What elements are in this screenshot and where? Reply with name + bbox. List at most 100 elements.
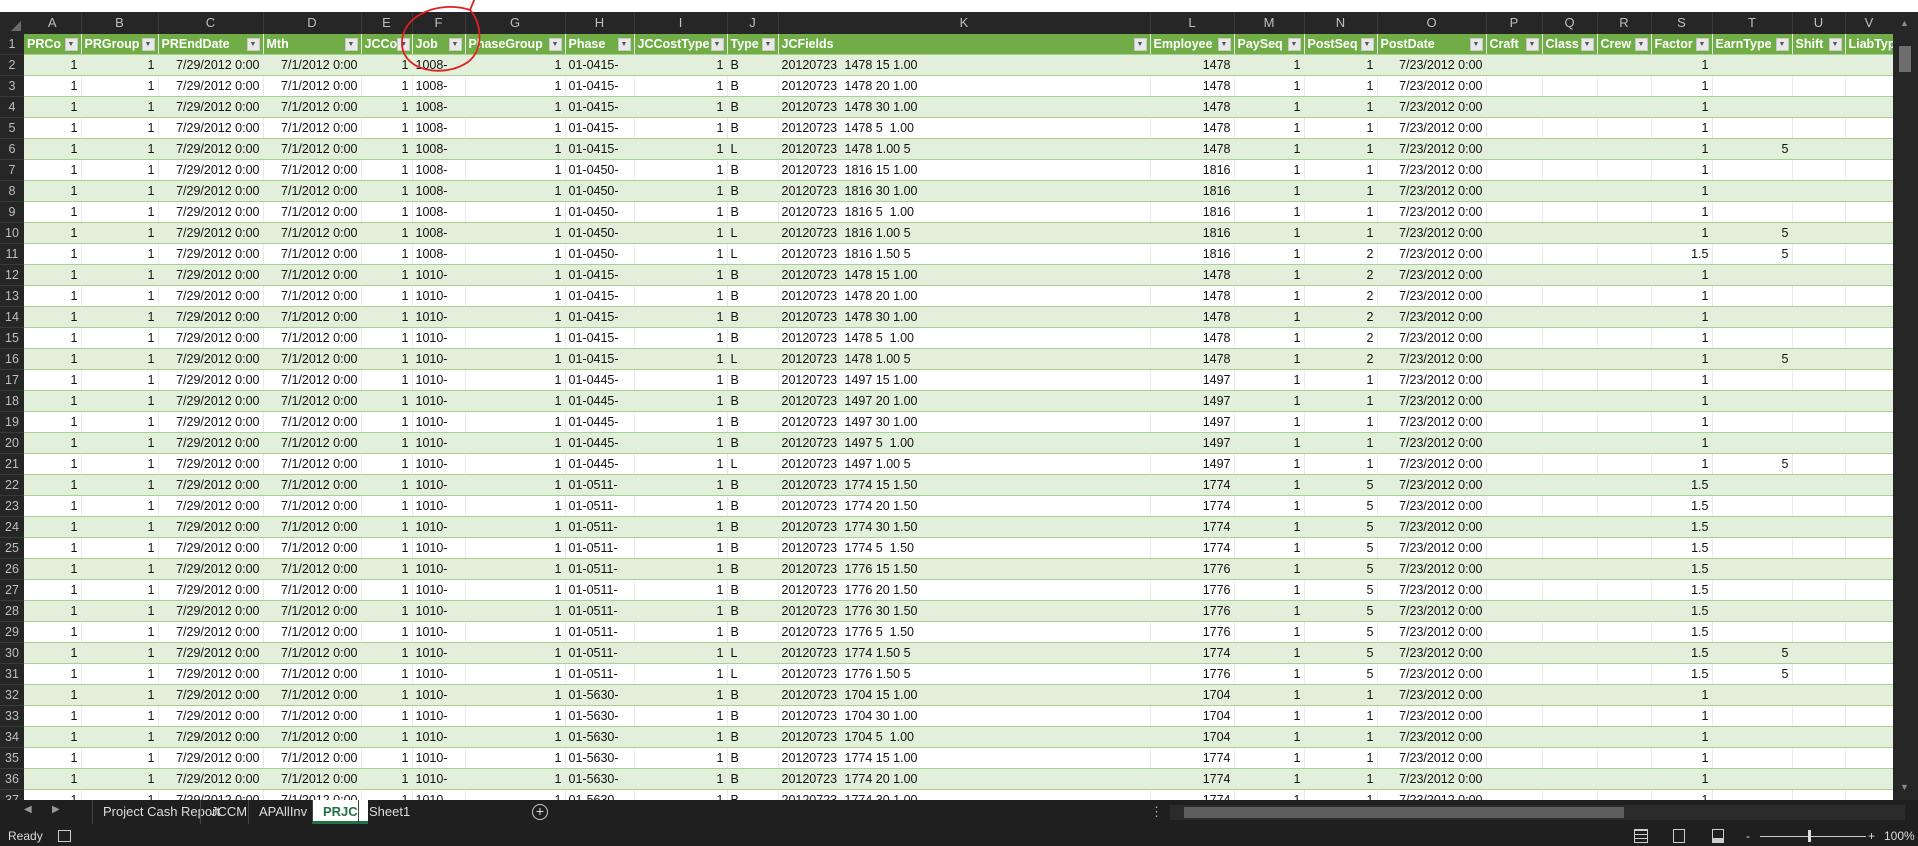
cell-prgroup[interactable]: 1 — [81, 243, 159, 265]
cell-craft[interactable] — [1486, 432, 1543, 454]
cell-craft[interactable] — [1486, 642, 1543, 664]
cell-liabtype[interactable] — [1845, 747, 1893, 769]
filter-dropdown-button[interactable]: ▼ — [710, 37, 724, 51]
cell-jcfields[interactable]: 20120723 1704 30 1.00 — [778, 705, 1151, 727]
cell-postseq[interactable]: 5 — [1304, 579, 1378, 601]
cell-mth[interactable]: 7/1/2012 0:00 — [263, 684, 362, 706]
cell-prco[interactable]: 1 — [24, 642, 82, 664]
cell-payseq[interactable]: 1 — [1234, 558, 1305, 580]
cell-phase[interactable]: 01-5630- — [565, 726, 635, 748]
cell-shift[interactable] — [1792, 180, 1846, 202]
cell-postseq[interactable]: 1 — [1304, 684, 1378, 706]
cell-liabtype[interactable] — [1845, 96, 1893, 118]
cell-factor[interactable]: 1.5 — [1651, 579, 1713, 601]
cell-jcco[interactable]: 1 — [361, 579, 413, 601]
cell-craft[interactable] — [1486, 747, 1543, 769]
cell-earntype[interactable] — [1712, 621, 1793, 643]
cell-earntype[interactable] — [1712, 264, 1793, 286]
cell-mth[interactable]: 7/1/2012 0:00 — [263, 180, 362, 202]
cell-liabtype[interactable] — [1845, 348, 1893, 370]
cell-crew[interactable] — [1597, 180, 1652, 202]
cell-jccosttype[interactable]: 1 — [634, 180, 728, 202]
cell-payseq[interactable]: 1 — [1234, 306, 1305, 328]
cell-postseq[interactable]: 5 — [1304, 516, 1378, 538]
cell-job[interactable]: 1010- — [412, 642, 466, 664]
cell-prgroup[interactable]: 1 — [81, 432, 159, 454]
cell-liabtype[interactable] — [1845, 222, 1893, 244]
cell-prenddate[interactable]: 7/29/2012 0:00 — [158, 201, 264, 223]
cell-payseq[interactable]: 1 — [1234, 768, 1305, 790]
cell-prenddate[interactable]: 7/29/2012 0:00 — [158, 495, 264, 517]
row-number[interactable]: 12 — [0, 264, 24, 286]
cell-mth[interactable]: 7/1/2012 0:00 — [263, 663, 362, 685]
cell-jccosttype[interactable]: 1 — [634, 159, 728, 181]
cell-employee[interactable]: 1478 — [1150, 348, 1235, 370]
cell-jcfields[interactable]: 20120723 1776 5 1.50 — [778, 621, 1151, 643]
cell-prco[interactable]: 1 — [24, 138, 82, 160]
cell-jcfields[interactable]: 20120723 1816 30 1.00 — [778, 180, 1151, 202]
row-number[interactable]: 25 — [0, 537, 24, 559]
cell-type[interactable]: B — [727, 411, 779, 433]
cell-prenddate[interactable]: 7/29/2012 0:00 — [158, 180, 264, 202]
cell-crew[interactable] — [1597, 222, 1652, 244]
cell-employee[interactable]: 1704 — [1150, 705, 1235, 727]
cell-prenddate[interactable]: 7/29/2012 0:00 — [158, 264, 264, 286]
cell-mth[interactable]: 7/1/2012 0:00 — [263, 96, 362, 118]
cell-craft[interactable] — [1486, 558, 1543, 580]
cell-job[interactable]: 1010- — [412, 684, 466, 706]
column-header-E[interactable]: E — [361, 12, 413, 34]
cell-factor[interactable]: 1.5 — [1651, 243, 1713, 265]
cell-job[interactable]: 1010- — [412, 390, 466, 412]
cell-employee[interactable]: 1816 — [1150, 222, 1235, 244]
cell-employee[interactable]: 1478 — [1150, 117, 1235, 139]
cell-phasegroup[interactable]: 1 — [465, 558, 566, 580]
cell-prco[interactable]: 1 — [24, 789, 82, 800]
cell-factor[interactable]: 1 — [1651, 411, 1713, 433]
cell-crew[interactable] — [1597, 747, 1652, 769]
cell-liabtype[interactable] — [1845, 495, 1893, 517]
cell-crew[interactable] — [1597, 264, 1652, 286]
cell-crew[interactable] — [1597, 54, 1652, 76]
cell-crew[interactable] — [1597, 285, 1652, 307]
cell-phase[interactable]: 01-0511- — [565, 579, 635, 601]
cell-type[interactable]: B — [727, 369, 779, 391]
cell-factor[interactable]: 1.5 — [1651, 621, 1713, 643]
cell-prco[interactable]: 1 — [24, 243, 82, 265]
cell-prgroup[interactable]: 1 — [81, 747, 159, 769]
cell-postdate[interactable]: 7/23/2012 0:00 — [1377, 726, 1487, 748]
cell-job[interactable]: 1010- — [412, 474, 466, 496]
cell-postdate[interactable]: 7/23/2012 0:00 — [1377, 516, 1487, 538]
cell-postdate[interactable]: 7/23/2012 0:00 — [1377, 348, 1487, 370]
cell-jcfields[interactable]: 20120723 1776 1.50 5 — [778, 663, 1151, 685]
cell-prgroup[interactable]: 1 — [81, 138, 159, 160]
cell-type[interactable]: B — [727, 327, 779, 349]
scroll-down-icon[interactable]: ▼ — [1900, 782, 1909, 792]
cell-shift[interactable] — [1792, 642, 1846, 664]
filter-dropdown-button[interactable]: ▼ — [1775, 37, 1789, 51]
cell-jccosttype[interactable]: 1 — [634, 306, 728, 328]
row-number[interactable]: 23 — [0, 495, 24, 517]
cell-postdate[interactable]: 7/23/2012 0:00 — [1377, 747, 1487, 769]
cell-crew[interactable] — [1597, 453, 1652, 475]
cell-crew[interactable] — [1597, 138, 1652, 160]
header-cell[interactable]: Craft ▼ — [1486, 34, 1543, 55]
cell-craft[interactable] — [1486, 600, 1543, 622]
cell-prco[interactable]: 1 — [24, 684, 82, 706]
cell-postseq[interactable]: 2 — [1304, 306, 1378, 328]
cell-jccosttype[interactable]: 1 — [634, 453, 728, 475]
cell-postseq[interactable]: 1 — [1304, 201, 1378, 223]
cell-mth[interactable]: 7/1/2012 0:00 — [263, 789, 362, 800]
cell-jcfields[interactable]: 20120723 1478 1.00 5 — [778, 348, 1151, 370]
cell-phasegroup[interactable]: 1 — [465, 768, 566, 790]
cell-type[interactable]: B — [727, 180, 779, 202]
cell-jcfields[interactable]: 20120723 1774 5 1.50 — [778, 537, 1151, 559]
cell-payseq[interactable]: 1 — [1234, 600, 1305, 622]
cell-factor[interactable]: 1.5 — [1651, 558, 1713, 580]
cell-class[interactable] — [1542, 75, 1598, 97]
column-header-C[interactable]: C — [158, 12, 264, 34]
row-number[interactable]: 2 — [0, 54, 24, 76]
cell-phase[interactable]: 01-5630- — [565, 747, 635, 769]
cell-phasegroup[interactable]: 1 — [465, 663, 566, 685]
cell-class[interactable] — [1542, 642, 1598, 664]
cell-job[interactable]: 1008- — [412, 54, 466, 76]
